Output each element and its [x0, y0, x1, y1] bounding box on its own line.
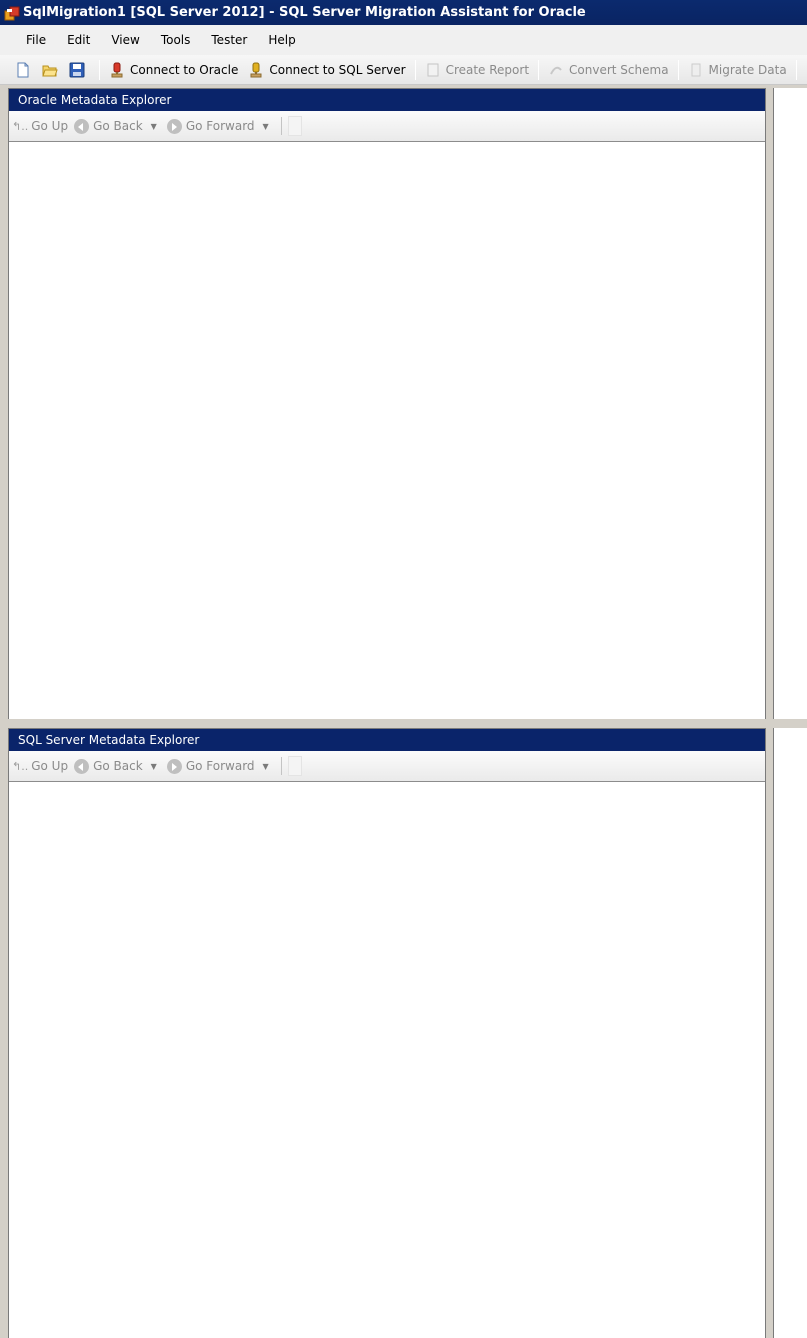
sql-go-back-label: Go Back — [93, 759, 143, 773]
menu-view[interactable]: View — [99, 33, 148, 47]
oracle-explorer-toolbar: ↰.. Go Up Go Back ▼ Go Forward ▼ — [9, 111, 765, 142]
save-project-button[interactable] — [66, 58, 93, 82]
oracle-go-back-label: Go Back — [93, 119, 143, 133]
up-arrow-icon: ↰.. — [12, 759, 29, 773]
oracle-go-up-button[interactable]: ↰.. Go Up — [12, 119, 68, 133]
menu-tester[interactable]: Tester — [199, 33, 256, 47]
sql-go-forward-label: Go Forward — [185, 759, 255, 773]
menu-help[interactable]: Help — [256, 33, 304, 47]
oracle-go-back-button[interactable]: Go Back ▼ — [74, 118, 161, 134]
toolbar-separator — [99, 59, 100, 80]
sql-connect-icon — [248, 62, 264, 78]
create-report-label: Create Report — [445, 62, 530, 77]
right-pane-bottom — [773, 728, 807, 1338]
forward-arrow-icon — [166, 758, 182, 774]
migrate-data-button[interactable]: Migrate Data — [685, 58, 790, 82]
blank-toolbar-button[interactable] — [287, 756, 302, 776]
oracle-go-up-label: Go Up — [31, 119, 69, 133]
open-project-button[interactable] — [39, 58, 66, 82]
menu-tools[interactable]: Tools — [149, 33, 200, 47]
oracle-go-forward-button[interactable]: Go Forward ▼ — [166, 118, 273, 134]
forward-arrow-icon — [166, 118, 182, 134]
sql-go-back-button[interactable]: Go Back ▼ — [74, 758, 161, 774]
sql-explorer-toolbar: ↰.. Go Up Go Back ▼ Go Forward ▼ — [9, 751, 765, 782]
window-title: SqlMigration1 [SQL Server 2012] - SQL Se… — [23, 5, 586, 20]
oracle-explorer-title: Oracle Metadata Explorer — [9, 89, 765, 111]
toolbar-separator — [677, 59, 679, 80]
menu-bar: File Edit View Tools Tester Help — [0, 25, 807, 55]
save-icon — [69, 62, 85, 78]
sql-go-up-button[interactable]: ↰.. Go Up — [12, 759, 68, 773]
back-arrow-icon — [74, 118, 90, 134]
connect-sql-server-label: Connect to SQL Server — [269, 62, 406, 77]
connect-sql-server-button[interactable]: Connect to SQL Server — [245, 58, 408, 82]
oracle-explorer-tree[interactable] — [9, 142, 765, 719]
right-pane-top — [773, 88, 807, 719]
chevron-down-icon[interactable]: ▼ — [263, 762, 269, 771]
new-project-button[interactable] — [12, 58, 39, 82]
stop-button[interactable] — [803, 58, 807, 82]
convert-icon — [548, 62, 564, 78]
sql-go-up-label: Go Up — [31, 759, 69, 773]
back-arrow-icon — [74, 758, 90, 774]
oracle-go-forward-label: Go Forward — [185, 119, 255, 133]
oracle-connect-icon — [109, 62, 125, 78]
chevron-down-icon[interactable]: ▼ — [151, 122, 157, 131]
toolbar-separator — [414, 59, 416, 80]
report-icon — [425, 62, 441, 78]
chevron-down-icon[interactable]: ▼ — [263, 122, 269, 131]
toolbar-separator — [280, 757, 282, 775]
blank-toolbar-button[interactable] — [287, 116, 302, 136]
menu-file[interactable]: File — [14, 33, 55, 47]
chevron-down-icon[interactable]: ▼ — [151, 762, 157, 771]
convert-schema-button[interactable]: Convert Schema — [545, 58, 672, 82]
sql-explorer-tree[interactable] — [9, 782, 765, 1338]
main-toolbar: Connect to Oracle Connect to SQL Server … — [0, 55, 807, 85]
create-report-button[interactable]: Create Report — [422, 58, 532, 82]
open-folder-icon — [42, 62, 58, 78]
toolbar-separator — [538, 59, 540, 80]
toolbar-separator — [795, 59, 797, 80]
sql-server-metadata-explorer: SQL Server Metadata Explorer ↰.. Go Up G… — [8, 728, 766, 1338]
up-arrow-icon: ↰.. — [12, 119, 29, 133]
toolbar-separator — [280, 117, 282, 135]
oracle-metadata-explorer: Oracle Metadata Explorer ↰.. Go Up Go Ba… — [8, 88, 766, 719]
app-icon — [4, 5, 20, 21]
convert-schema-label: Convert Schema — [569, 62, 669, 77]
sql-explorer-title: SQL Server Metadata Explorer — [9, 729, 765, 751]
connect-oracle-button[interactable]: Connect to Oracle — [106, 58, 241, 82]
sql-go-forward-button[interactable]: Go Forward ▼ — [166, 758, 273, 774]
new-project-icon — [15, 62, 31, 78]
migrate-icon — [688, 62, 704, 78]
menu-edit[interactable]: Edit — [55, 33, 99, 47]
window-title-bar: SqlMigration1 [SQL Server 2012] - SQL Se… — [0, 0, 807, 25]
migrate-data-label: Migrate Data — [708, 62, 787, 77]
connect-oracle-label: Connect to Oracle — [130, 62, 239, 77]
